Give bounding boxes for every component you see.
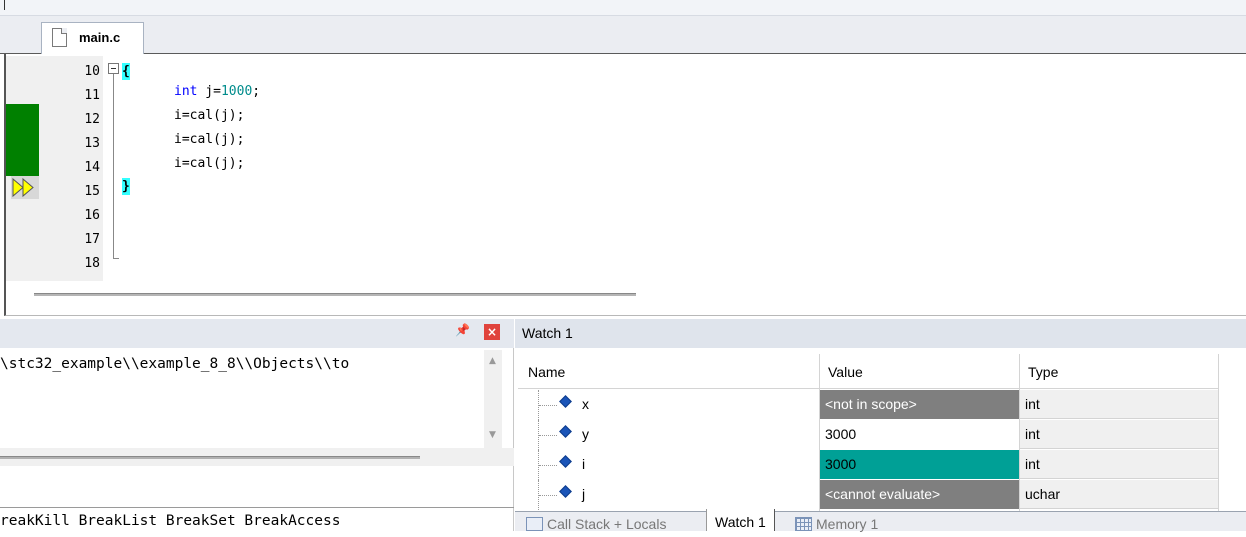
editor-horizontal-scrollbar[interactable]: [34, 293, 636, 296]
watch-row[interactable]: j <cannot evaluate> uchar: [518, 480, 1218, 510]
column-header-value[interactable]: Value: [828, 364, 863, 380]
tab-label: main.c: [79, 30, 121, 45]
output-horizontal-scrollbar[interactable]: [0, 448, 514, 466]
scroll-up-icon[interactable]: ▲: [489, 356, 496, 366]
watch-titlebar: [515, 319, 1246, 348]
watch-header: Name Value Type: [518, 354, 1218, 389]
close-brace: }: [122, 178, 130, 195]
tab-label: Watch 1: [715, 514, 766, 530]
tab-memory-1[interactable]: Memory 1: [795, 511, 879, 532]
scroll-down-icon[interactable]: ▼: [489, 430, 496, 440]
watch-type: uchar: [1025, 486, 1061, 502]
line-number: 12: [84, 112, 100, 127]
watch-value: <not in scope>: [825, 396, 917, 412]
command-output: [0, 348, 514, 531]
output-path-text: \stc32_example\\example_8_8\\Objects\\to: [0, 356, 350, 372]
watch-name: i: [582, 456, 586, 472]
command-hint-text: reakKill BreakList BreakSet BreakAccess: [0, 513, 341, 529]
code-line: i=cal(j);: [174, 156, 245, 171]
watch-type: int: [1025, 426, 1040, 442]
watch-row[interactable]: y 3000 int: [518, 420, 1218, 450]
line-number: 14: [84, 160, 100, 175]
line-number: 10: [84, 64, 100, 79]
line-number: 15: [84, 184, 100, 199]
watch-title: Watch 1: [522, 325, 573, 341]
pin-icon[interactable]: 📌: [455, 323, 470, 337]
fold-guide: [113, 70, 114, 258]
code-text: ;: [252, 84, 261, 99]
watch-row[interactable]: x <not in scope> int: [518, 390, 1218, 420]
current-line-arrow-icon: [11, 176, 39, 199]
watch-value: <cannot evaluate>: [825, 486, 941, 502]
output-vertical-scrollbar[interactable]: ▲ ▼: [484, 350, 502, 450]
column-divider[interactable]: [1019, 354, 1020, 511]
watch-value: 3000: [825, 456, 857, 472]
line-number: 17: [84, 232, 100, 247]
watch-type: int: [1025, 456, 1040, 472]
open-brace: {: [122, 63, 130, 80]
watch-row[interactable]: i 3000 int: [518, 450, 1218, 480]
column-header-type[interactable]: Type: [1028, 364, 1058, 380]
top-strip: [0, 0, 1246, 16]
command-panel-titlebar: [0, 319, 514, 348]
call-stack-icon: [526, 517, 543, 531]
divider: [0, 507, 514, 508]
code-text: j=: [197, 84, 221, 99]
line-number: 18: [84, 256, 100, 271]
tab-main-c[interactable]: main.c: [41, 22, 144, 54]
code-line: int j=1000;: [174, 80, 260, 104]
column-divider[interactable]: [819, 354, 820, 511]
line-numbers: 10 11 12 13 14 15 16 17 18: [60, 60, 100, 276]
breakpoint-marker[interactable]: [6, 104, 39, 176]
tab-watch-1[interactable]: Watch 1: [706, 509, 775, 531]
watch-type: int: [1025, 396, 1040, 412]
fold-end: [113, 258, 119, 259]
close-icon[interactable]: ×: [484, 324, 500, 340]
memory-icon: [795, 517, 812, 531]
tab-label: Memory 1: [816, 516, 879, 532]
tab-call-stack-locals[interactable]: Call Stack + Locals: [526, 511, 667, 532]
code-line: i=cal(j);: [174, 132, 245, 147]
code-lines[interactable]: int j=1000; i=cal(j); i=cal(j); i=cal(j)…: [174, 80, 260, 176]
editor-tab-bar: [0, 16, 1246, 54]
watch-name: x: [582, 396, 589, 412]
line-number: 11: [84, 88, 100, 103]
file-icon: [52, 28, 67, 47]
line-number: 16: [84, 208, 100, 223]
code-line: i=cal(j);: [174, 108, 245, 123]
watch-name: y: [582, 426, 589, 442]
column-header-name[interactable]: Name: [528, 364, 565, 380]
number-literal: 1000: [220, 84, 253, 99]
watch-value: 3000: [825, 426, 857, 442]
line-number: 13: [84, 136, 100, 151]
tab-label: Call Stack + Locals: [547, 516, 667, 532]
column-divider[interactable]: [1218, 354, 1219, 511]
keyword: int: [174, 84, 198, 99]
collapse-icon[interactable]: [108, 63, 119, 74]
watch-name: j: [582, 486, 586, 502]
